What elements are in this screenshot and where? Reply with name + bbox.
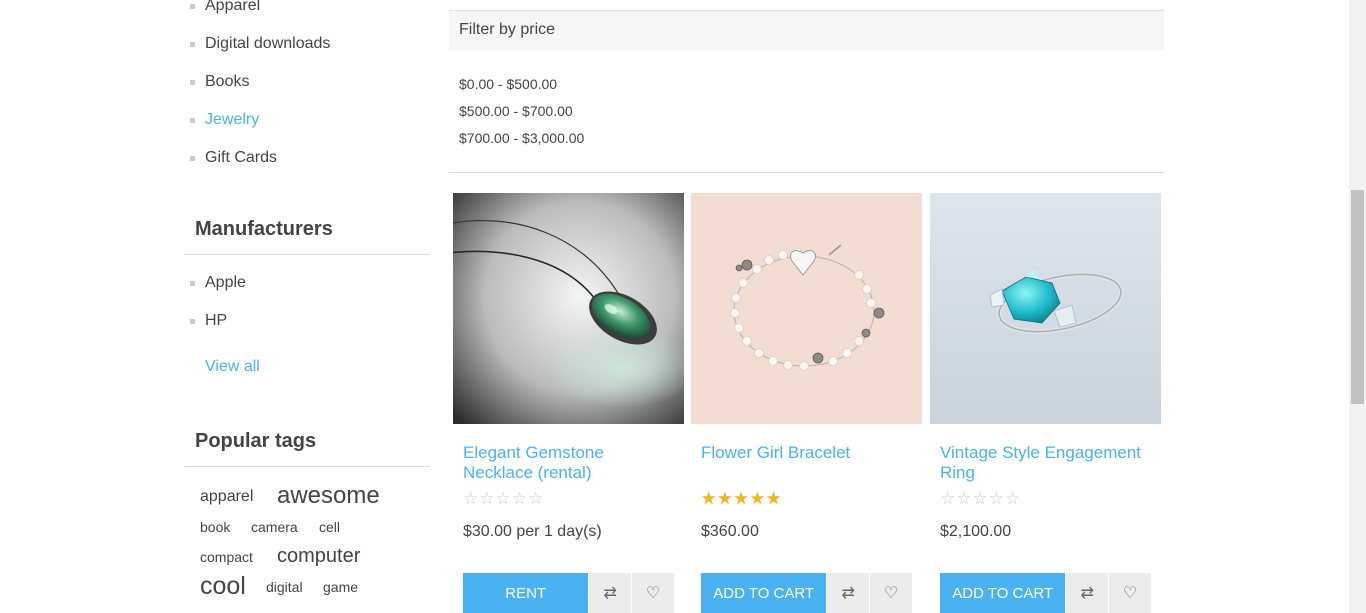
add-to-cart-button[interactable]: Add to cart bbox=[940, 573, 1066, 613]
category-item-gift-cards[interactable]: Gift Cards bbox=[185, 143, 430, 181]
product-buttons: Rent ⇄ ♡ bbox=[463, 573, 674, 613]
vertical-scrollbar[interactable] bbox=[1349, 0, 1366, 613]
popular-tags-title-text: Popular tags bbox=[195, 430, 317, 452]
star-icon: ★ bbox=[717, 489, 734, 508]
manufacturers-title-text: Manufacturers bbox=[195, 218, 333, 240]
star-icon: ★ bbox=[701, 489, 718, 508]
product-title[interactable]: Vintage Style Engagement Ring bbox=[940, 443, 1155, 483]
product-rating: ☆☆☆☆☆ bbox=[940, 489, 1021, 509]
tag-game[interactable]: game bbox=[323, 579, 358, 595]
product-image-bracelet[interactable] bbox=[691, 193, 922, 424]
heart-icon: ♡ bbox=[645, 585, 661, 602]
product-image-necklace[interactable] bbox=[453, 193, 684, 424]
add-to-cart-button[interactable]: Add to cart bbox=[701, 573, 827, 613]
category-item-books[interactable]: Books bbox=[185, 67, 430, 105]
price-range-0-500[interactable]: $0.00 - $500.00 bbox=[459, 74, 584, 101]
heart-icon: ♡ bbox=[883, 585, 899, 602]
product-card: Flower Girl Bracelet ★★★★★ $360.00 Add t… bbox=[691, 193, 922, 613]
price-range-500-700[interactable]: $500.00 - $700.00 bbox=[459, 101, 584, 128]
star-icon: ☆ bbox=[479, 489, 496, 508]
price-filter-header: Filter by price bbox=[449, 11, 1164, 50]
price-range-700-3000[interactable]: $700.00 - $3,000.00 bbox=[459, 128, 584, 155]
star-icon: ☆ bbox=[511, 489, 528, 508]
star-icon: ★ bbox=[733, 489, 750, 508]
product-price: $30.00 per 1 day(s) bbox=[463, 523, 602, 540]
tag-awesome[interactable]: awesome bbox=[277, 482, 380, 510]
popular-tags-title: Popular tags bbox=[185, 430, 430, 467]
category-item-jewelry[interactable]: Jewelry bbox=[185, 105, 430, 143]
product-buttons: Add to cart ⇄ ♡ bbox=[940, 573, 1151, 613]
add-to-wishlist-button[interactable]: ♡ bbox=[632, 573, 674, 613]
manufacturer-list: Apple HP bbox=[185, 268, 430, 344]
add-to-compare-button[interactable]: ⇄ bbox=[827, 573, 870, 613]
star-icon: ☆ bbox=[463, 489, 480, 508]
tag-computer[interactable]: computer bbox=[277, 545, 360, 568]
manufacturer-item-apple[interactable]: Apple bbox=[185, 268, 430, 306]
tag-camera[interactable]: camera bbox=[251, 519, 298, 535]
compare-icon: ⇄ bbox=[841, 585, 855, 602]
product-price: $360.00 bbox=[701, 523, 759, 540]
add-to-wishlist-button[interactable]: ♡ bbox=[870, 573, 912, 613]
heart-icon: ♡ bbox=[1122, 585, 1138, 602]
star-icon: ★ bbox=[766, 489, 783, 508]
tag-cell[interactable]: cell bbox=[319, 519, 340, 535]
product-buttons: Add to cart ⇄ ♡ bbox=[701, 573, 912, 613]
tag-book[interactable]: book bbox=[200, 519, 230, 535]
category-list: Apparel Digital downloads Books Jewelry … bbox=[185, 0, 430, 181]
tag-compact[interactable]: compact bbox=[200, 549, 253, 565]
price-filter-title: Filter by price bbox=[459, 21, 556, 38]
product-card: Elegant Gemstone Necklace (rental) ☆☆☆☆☆… bbox=[453, 193, 684, 613]
star-icon: ☆ bbox=[528, 489, 545, 508]
tag-cool[interactable]: cool bbox=[200, 572, 246, 601]
tag-digital[interactable]: digital bbox=[266, 579, 303, 595]
add-to-wishlist-button[interactable]: ♡ bbox=[1109, 573, 1151, 613]
product-rating: ☆☆☆☆☆ bbox=[463, 489, 544, 509]
add-to-compare-button[interactable]: ⇄ bbox=[589, 573, 632, 613]
rent-button[interactable]: Rent bbox=[463, 573, 589, 613]
star-icon: ☆ bbox=[956, 489, 973, 508]
star-icon: ☆ bbox=[1005, 489, 1022, 508]
product-title[interactable]: Elegant Gemstone Necklace (rental) bbox=[463, 443, 678, 483]
star-icon: ☆ bbox=[972, 489, 989, 508]
manufacturer-item-hp[interactable]: HP bbox=[185, 306, 430, 344]
price-range-list: $0.00 - $500.00 $500.00 - $700.00 $700.0… bbox=[459, 74, 584, 155]
compare-icon: ⇄ bbox=[603, 585, 617, 602]
star-icon: ☆ bbox=[940, 489, 957, 508]
manufacturers-title: Manufacturers bbox=[185, 218, 430, 255]
product-image-ring[interactable] bbox=[930, 193, 1161, 424]
product-rating: ★★★★★ bbox=[701, 489, 782, 509]
star-icon: ☆ bbox=[495, 489, 512, 508]
product-card: Vintage Style Engagement Ring ☆☆☆☆☆ $2,1… bbox=[930, 193, 1161, 613]
add-to-compare-button[interactable]: ⇄ bbox=[1066, 573, 1109, 613]
category-item-apparel[interactable]: Apparel bbox=[185, 0, 430, 29]
product-price: $2,100.00 bbox=[940, 523, 1012, 540]
star-icon: ★ bbox=[749, 489, 766, 508]
divider bbox=[449, 172, 1164, 173]
star-icon: ☆ bbox=[988, 489, 1005, 508]
view-all-manufacturers-link[interactable]: View all bbox=[205, 358, 260, 376]
product-title[interactable]: Flower Girl Bracelet bbox=[701, 443, 916, 463]
scrollbar-thumb[interactable] bbox=[1351, 190, 1364, 404]
divider bbox=[185, 466, 430, 467]
compare-icon: ⇄ bbox=[1080, 585, 1094, 602]
category-item-digital-downloads[interactable]: Digital downloads bbox=[185, 29, 430, 67]
divider bbox=[185, 254, 430, 255]
tag-apparel[interactable]: apparel bbox=[200, 488, 253, 506]
